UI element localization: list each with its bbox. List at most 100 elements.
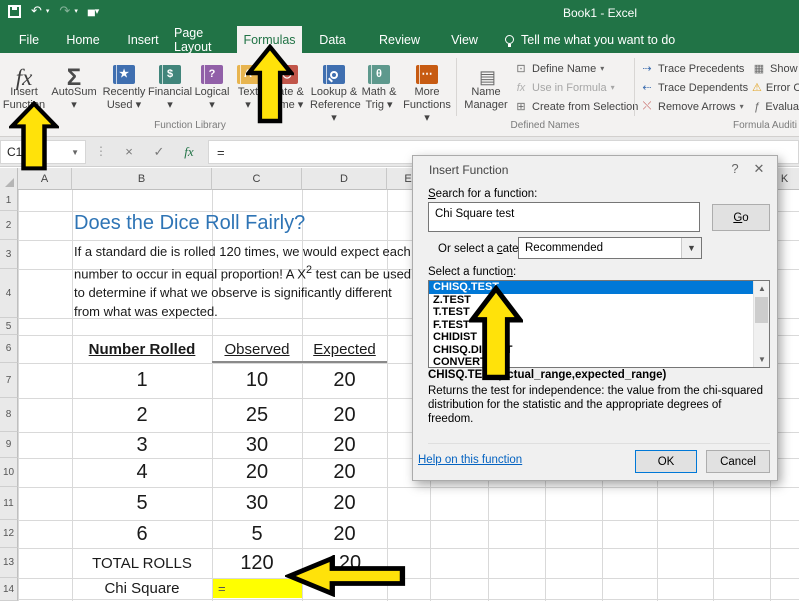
cell-c9[interactable]: 30	[212, 432, 302, 458]
recently-used-label1: Recently	[100, 86, 148, 99]
cell-b11[interactable]: 5	[72, 487, 212, 520]
cell-b12[interactable]: 6	[72, 520, 212, 548]
scroll-down-icon[interactable]: ▼	[754, 352, 770, 367]
row-header-6[interactable]: 6	[0, 335, 18, 363]
remove-arrows-caret: ▾	[740, 102, 744, 111]
row-header-5[interactable]: 5	[0, 318, 18, 335]
undo-icon[interactable]: ↶	[31, 4, 42, 18]
define-name-caret: ▾	[600, 64, 604, 73]
column-header-c[interactable]: C	[212, 168, 302, 190]
error-checking-button[interactable]: ⚠ Error C	[752, 78, 799, 97]
show-formulas-button[interactable]: ▦ Show	[752, 59, 799, 78]
tab-home[interactable]: Home	[58, 26, 108, 53]
header-expected[interactable]: Expected	[302, 335, 387, 363]
select-all-corner[interactable]	[0, 168, 18, 190]
tab-page-layout[interactable]: Page Layout	[174, 26, 234, 53]
row-header-4[interactable]: 4	[0, 269, 18, 318]
cancel-entry-icon[interactable]: ×	[118, 142, 140, 162]
cell-c8[interactable]: 25	[212, 398, 302, 432]
category-dropdown[interactable]: Recommended ▼	[518, 237, 702, 259]
error-checking-label: Error C	[766, 82, 799, 94]
cell-d8[interactable]: 20	[302, 398, 387, 432]
ok-button[interactable]: OK	[635, 450, 697, 473]
cell-d12[interactable]: 20	[302, 520, 387, 548]
financial-button[interactable]: $ Financial ▾	[148, 56, 192, 118]
trace-precedents-button[interactable]: ⇢ Trace Precedents	[640, 59, 744, 78]
scroll-up-icon[interactable]: ▲	[754, 281, 770, 296]
go-button[interactable]: Go	[712, 204, 770, 231]
define-name-button[interactable]: ⊡ Define Name ▾	[514, 59, 604, 78]
use-in-formula-label: Use in Formula	[532, 82, 607, 94]
help-on-function-link[interactable]: Help on this function	[418, 454, 522, 466]
function-list-scrollbar[interactable]: ▲ ▼	[753, 281, 769, 367]
tab-view[interactable]: View	[442, 26, 487, 53]
lookup-reference-button[interactable]: Lookup & Reference ▾	[310, 56, 358, 118]
tab-data[interactable]: Data	[310, 26, 355, 53]
row-header-11[interactable]: 11	[0, 487, 18, 520]
function-search-input[interactable]: Chi Square test	[428, 202, 700, 232]
column-header-d[interactable]: D	[302, 168, 387, 190]
name-manager-label1: Name	[462, 86, 510, 99]
cell-total-label[interactable]: TOTAL ROLLS	[72, 548, 212, 578]
scrollbar-thumb[interactable]	[755, 297, 768, 323]
row-header-12[interactable]: 12	[0, 520, 18, 548]
cell-c11[interactable]: 30	[212, 487, 302, 520]
trace-dependents-button[interactable]: ⇠ Trace Dependents	[640, 78, 748, 97]
search-label-rest: earch for a function:	[436, 188, 538, 200]
column-header-b[interactable]: B	[72, 168, 212, 190]
row-header-7[interactable]: 7	[0, 363, 18, 398]
row-header-2[interactable]: 2	[0, 211, 18, 240]
remove-arrows-button[interactable]: ⤬ Remove Arrows ▾	[640, 97, 744, 116]
cell-d9[interactable]: 20	[302, 432, 387, 458]
cell-d11[interactable]: 20	[302, 487, 387, 520]
math-trig-button[interactable]: θ Math & Trig ▾	[358, 56, 400, 118]
cancel-button[interactable]: Cancel	[706, 450, 770, 473]
cell-b10[interactable]: 4	[72, 458, 212, 487]
cell-b9[interactable]: 3	[72, 432, 212, 458]
cell-d7[interactable]: 20	[302, 363, 387, 398]
save-icon[interactable]	[8, 5, 21, 18]
tab-file[interactable]: File	[10, 26, 48, 53]
quick-access-toolbar: ↶▾ ↷▾ ▅▾	[8, 4, 99, 18]
row-header-13[interactable]: 13	[0, 548, 18, 578]
dialog-help-icon[interactable]: ?	[725, 161, 745, 176]
name-manager-button[interactable]: ▤ Name Manager	[462, 56, 510, 118]
row-header-1[interactable]: 1	[0, 190, 18, 211]
name-box-chevron-icon[interactable]: ▼	[71, 148, 79, 157]
dialog-close-icon[interactable]: ✕	[749, 161, 769, 177]
create-from-selection-button[interactable]: ⊞ Create from Selection	[514, 97, 638, 116]
cell-c7[interactable]: 10	[212, 363, 302, 398]
insert-function-fx-icon[interactable]: fx	[178, 142, 200, 162]
column-header-a[interactable]: A	[18, 168, 72, 190]
tell-me-label: Tell me what you want to do	[521, 33, 675, 47]
cell-c12[interactable]: 5	[212, 520, 302, 548]
cell-b7[interactable]: 1	[72, 363, 212, 398]
create-from-selection-icon: ⊞	[514, 100, 528, 113]
undo-chevron-icon[interactable]: ▾	[46, 7, 50, 15]
category-chevron-icon[interactable]: ▼	[681, 238, 701, 258]
more-functions-button[interactable]: ⋯ More Functions ▾	[400, 56, 454, 118]
row-header-8[interactable]: 8	[0, 398, 18, 432]
confirm-entry-icon[interactable]: ✓	[148, 142, 170, 162]
evaluate-formula-button[interactable]: ƒ Evalua	[752, 97, 799, 116]
lookup-label2: Reference ▾	[310, 99, 358, 125]
recently-used-button[interactable]: ★ Recently Used ▾	[100, 56, 148, 118]
cell-d10[interactable]: 20	[302, 458, 387, 487]
customize-qat-icon[interactable]: ▅▾	[88, 4, 99, 18]
header-number-rolled[interactable]: Number Rolled	[72, 335, 212, 363]
logical-button[interactable]: ? Logical ▾	[192, 56, 232, 118]
cell-b8[interactable]: 2	[72, 398, 212, 432]
tell-me-box[interactable]: Tell me what you want to do	[505, 26, 675, 53]
row-header-10[interactable]: 10	[0, 458, 18, 487]
tab-review[interactable]: Review	[372, 26, 427, 53]
row-header-3[interactable]: 3	[0, 240, 18, 269]
row-header-9[interactable]: 9	[0, 432, 18, 458]
define-name-label: Define Name	[532, 63, 596, 75]
header-observed[interactable]: Observed	[212, 335, 302, 363]
tab-insert[interactable]: Insert	[118, 26, 168, 53]
logical-caret: ▾	[192, 99, 232, 112]
cell-c10[interactable]: 20	[212, 458, 302, 487]
window-title: Book1 - Excel	[520, 6, 680, 20]
row-header-14[interactable]: 14	[0, 578, 18, 601]
cell-chi-square-label[interactable]: Chi Square	[72, 578, 212, 599]
